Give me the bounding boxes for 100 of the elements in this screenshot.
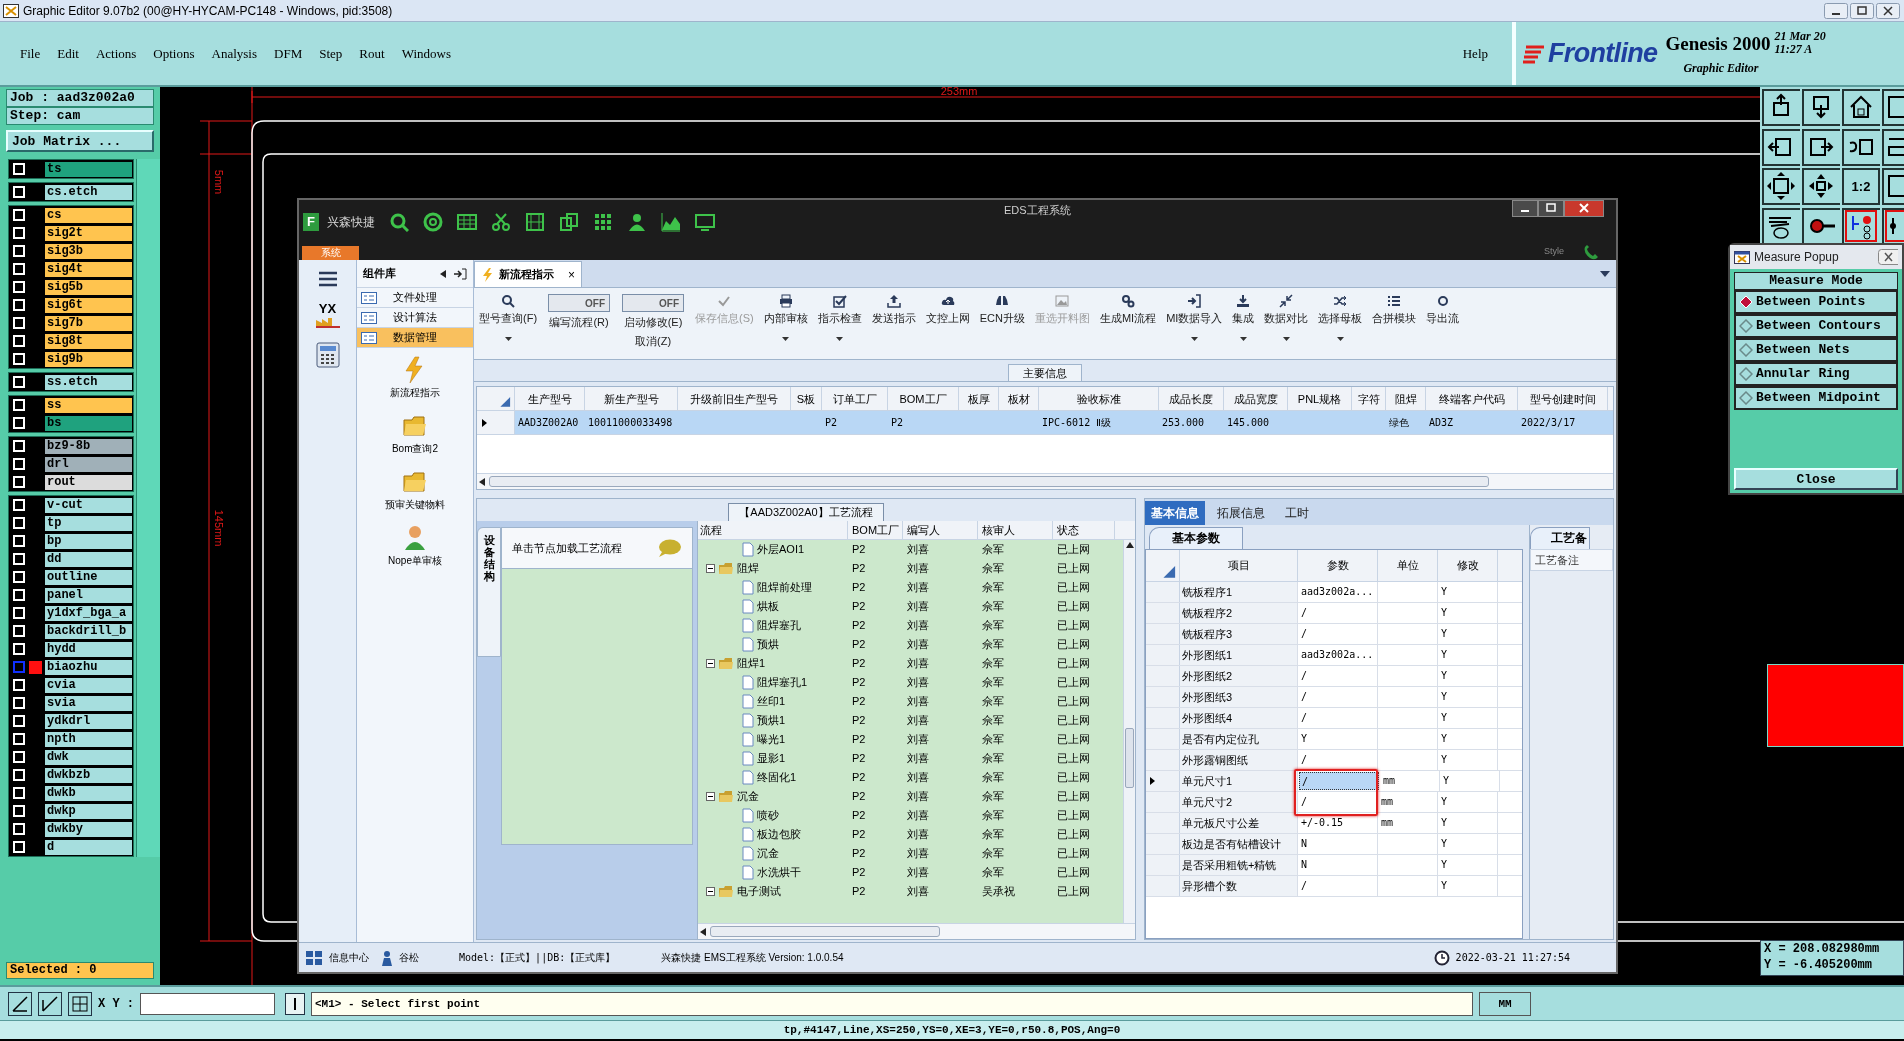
- collapse-icon[interactable]: [706, 659, 715, 668]
- info-tab[interactable]: 拓展信息: [1209, 501, 1273, 525]
- nav-logo[interactable]: YX: [312, 302, 343, 316]
- menu-item[interactable]: Actions: [95, 43, 137, 64]
- calculator-icon[interactable]: [315, 342, 340, 368]
- layer-name[interactable]: npth: [45, 731, 132, 747]
- scroll-track[interactable]: [136, 159, 160, 857]
- ribbon-button[interactable]: 选择母板: [1313, 294, 1368, 341]
- lifebuoy-icon[interactable]: [423, 212, 443, 232]
- collapse-icon[interactable]: [706, 792, 715, 801]
- layer-name[interactable]: dwk: [45, 749, 132, 765]
- house-icon[interactable]: [1842, 89, 1880, 126]
- component-item[interactable]: 数据管理: [357, 328, 473, 348]
- layer-name[interactable]: sig4t: [45, 261, 132, 277]
- tree-node-label[interactable]: 板边包胶: [757, 826, 801, 843]
- column-header[interactable]: S板: [791, 387, 822, 410]
- grid-icon[interactable]: [593, 212, 613, 232]
- expand-box-icon[interactable]: [1762, 168, 1800, 205]
- column-header[interactable]: 核审人: [978, 521, 1053, 539]
- horizontal-scrollbar[interactable]: [477, 473, 1613, 489]
- menu-item[interactable]: Rout: [359, 43, 385, 64]
- layer-name[interactable]: dwkp: [45, 803, 132, 819]
- layer-name[interactable]: dwkb: [45, 785, 132, 801]
- layer-name[interactable]: panel: [45, 587, 132, 603]
- menu-item[interactable]: Edit: [57, 43, 79, 64]
- ribbon-button[interactable]: 合拼模块: [1367, 294, 1422, 327]
- layer-name[interactable]: dwkby: [45, 821, 132, 837]
- column-header[interactable]: 型号创建时间: [1518, 387, 1608, 410]
- maximize-icon[interactable]: [1850, 2, 1874, 19]
- status-text[interactable]: 信息中心: [329, 950, 369, 965]
- wrench-palette-icon[interactable]: [1762, 207, 1800, 245]
- units-button[interactable]: MM: [1479, 991, 1531, 1016]
- pad-line-icon[interactable]: [1802, 207, 1840, 245]
- menu-icon[interactable]: [316, 270, 339, 288]
- layer-name[interactable]: cs: [45, 207, 132, 223]
- column-header[interactable]: 阻焊: [1386, 387, 1426, 410]
- minimize-icon[interactable]: [1824, 2, 1848, 19]
- ribbon-button[interactable]: 生成MI流程: [1094, 294, 1162, 327]
- person-icon[interactable]: [627, 212, 647, 232]
- info-tab[interactable]: 工时: [1277, 501, 1317, 525]
- close-button[interactable]: Close: [1734, 468, 1898, 490]
- box-arrow-down-icon[interactable]: [1802, 89, 1840, 126]
- layer-name[interactable]: sig3b: [45, 243, 132, 259]
- grid-tool-icon[interactable]: [68, 991, 92, 1016]
- copy-icon[interactable]: [559, 212, 579, 232]
- coordinate-input[interactable]: [140, 992, 275, 1015]
- menu-item[interactable]: Windows: [401, 43, 451, 64]
- scissors-icon[interactable]: [491, 212, 511, 232]
- tab-close-button[interactable]: ×: [568, 265, 575, 284]
- ribbon-button[interactable]: 发送指示: [866, 294, 921, 327]
- layer-name[interactable]: sig2t: [45, 225, 132, 241]
- layer-name[interactable]: d: [45, 839, 132, 855]
- tree-node-label[interactable]: 曝光1: [757, 731, 786, 748]
- tree-node-label[interactable]: 丝印1: [757, 693, 786, 710]
- move-arrows-icon[interactable]: [1802, 168, 1840, 205]
- column-header[interactable]: 修改: [1438, 550, 1498, 581]
- zoom-ratio-button[interactable]: 1:2: [1842, 168, 1880, 205]
- menu-item[interactable]: Step: [319, 43, 343, 64]
- input-mode-icon[interactable]: [285, 992, 305, 1015]
- measure-option[interactable]: Between Contours: [1734, 314, 1898, 338]
- tree-node-label[interactable]: 外层AOI1: [757, 541, 805, 558]
- undo-box-icon[interactable]: [1842, 128, 1880, 166]
- layer-name[interactable]: tp: [45, 515, 132, 531]
- ribbon-button[interactable]: 型号查询(F): [474, 294, 543, 341]
- ribbon-button[interactable]: 指示检查: [812, 294, 867, 341]
- tree-node-label[interactable]: 烘板: [757, 598, 779, 615]
- layer-name[interactable]: sig6t: [45, 297, 132, 313]
- column-header[interactable]: 新生产型号: [585, 387, 678, 410]
- layer-name[interactable]: ts: [45, 161, 132, 177]
- scroll-thumb[interactable]: [1125, 728, 1134, 788]
- layer-name[interactable]: drl: [45, 456, 132, 472]
- ribbon-button[interactable]: ECN升级: [974, 294, 1030, 327]
- style-label[interactable]: Style: [1544, 244, 1564, 258]
- close-icon[interactable]: [1876, 2, 1900, 19]
- column-header[interactable]: BOM工厂: [848, 521, 903, 539]
- layer-name[interactable]: dd: [45, 551, 132, 567]
- tree-node-label[interactable]: 喷砂: [757, 807, 779, 824]
- tree-node-label[interactable]: 阻焊塞孔1: [757, 674, 808, 691]
- ribbon-button[interactable]: 数据对比: [1259, 294, 1314, 341]
- collapse-icon[interactable]: [706, 564, 715, 573]
- menu-item[interactable]: Help: [1462, 43, 1488, 64]
- tree-node-label[interactable]: 显影1: [757, 750, 786, 767]
- layer-name[interactable]: sig9b: [45, 351, 132, 367]
- shortcut-label[interactable]: 预审关键物料: [385, 497, 445, 512]
- tree-node-label[interactable]: 预烘1: [757, 712, 786, 729]
- menu-item[interactable]: DFM: [274, 43, 303, 64]
- row-header[interactable]: [477, 411, 515, 434]
- zigzag-icon[interactable]: [1882, 128, 1904, 166]
- layer-name[interactable]: ss.etch: [45, 374, 132, 390]
- tree-node-label[interactable]: 电子测试: [737, 883, 781, 900]
- table-icon[interactable]: [457, 212, 477, 232]
- search-icon[interactable]: [389, 212, 409, 232]
- menu-item[interactable]: Options: [153, 43, 195, 64]
- measure-option[interactable]: Between Nets: [1734, 338, 1898, 362]
- column-header[interactable]: 板厚: [959, 387, 999, 410]
- monitor-icon[interactable]: [695, 212, 715, 232]
- angle-tool-icon[interactable]: [38, 991, 62, 1016]
- ribbon-button[interactable]: 导出流: [1421, 294, 1465, 327]
- phone-icon[interactable]: [1582, 244, 1600, 260]
- shortcut-label[interactable]: Nope单审核: [388, 553, 442, 568]
